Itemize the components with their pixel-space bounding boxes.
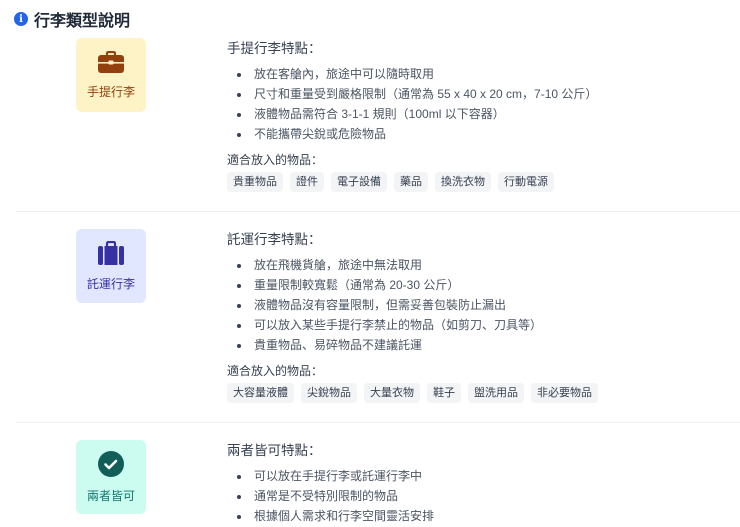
list-item: 貴重物品、易碎物品不建議託運 — [227, 335, 598, 355]
carry-on-label: 手提行李 — [86, 84, 135, 99]
checked-label: 託運行李 — [86, 276, 135, 291]
list-item: 通常是不受特別限制的物品 — [227, 486, 434, 506]
both-label: 兩者皆可 — [86, 488, 135, 503]
item-tag: 換洗衣物 — [435, 172, 491, 192]
item-tag: 大容量液體 — [227, 383, 294, 403]
page-title: 行李類型說明 — [34, 13, 131, 30]
item-tag: 電子設備 — [331, 172, 387, 192]
list-item: 可以放入某些手提行李禁止的物品（如剪刀、刀具等） — [227, 315, 598, 335]
both-title: 兩者皆可特點： — [227, 443, 322, 458]
list-item: 可以放在手提行李或託運行李中 — [227, 466, 434, 486]
list-item: 液體物品沒有容量限制，但需妥善包裝防止漏出 — [227, 295, 598, 315]
item-tag: 貴重物品 — [227, 172, 283, 192]
both-badge: 兩者皆可 — [76, 440, 146, 514]
list-item: 根據個人需求和行李空間靈活安排 — [227, 506, 434, 526]
divider — [16, 422, 740, 423]
list-item: 重量限制較寬鬆（通常為 20-30 公斤） — [227, 275, 598, 295]
list-item: 放在飛機貨艙，旅途中無法取用 — [227, 255, 598, 275]
suitable-items-label: 適合放入的物品： — [227, 153, 324, 167]
divider — [16, 211, 740, 212]
item-tag: 鞋子 — [427, 383, 461, 403]
list-item: 尺寸和重量受到嚴格限制（通常為 55 x 40 x 20 cm，7-10 公斤） — [227, 84, 597, 104]
item-tag: 證件 — [290, 172, 324, 192]
briefcase-icon — [98, 50, 124, 73]
carry-on-title: 手提行李特點： — [227, 41, 322, 56]
section-header: i 行李類型說明 — [14, 7, 130, 31]
suitable-items-label: 適合放入的物品： — [227, 364, 324, 378]
item-tag: 尖銳物品 — [301, 383, 357, 403]
carry-on-badge: 手提行李 — [76, 38, 146, 112]
item-tag: 非必要物品 — [531, 383, 598, 403]
item-tag: 藥品 — [394, 172, 428, 192]
item-tag: 盥洗用品 — [468, 383, 524, 403]
list-item: 放在客艙內，旅途中可以隨時取用 — [227, 64, 597, 84]
list-item: 液體物品需符合 3-1-1 規則（100ml 以下容器） — [227, 104, 597, 124]
item-tag: 大量衣物 — [364, 383, 420, 403]
checked-badge: 託運行李 — [76, 229, 146, 303]
info-icon: i — [14, 12, 28, 26]
suitcase-icon — [98, 240, 124, 265]
checked-title: 託運行李特點： — [227, 232, 322, 247]
item-tag: 行動電源 — [498, 172, 554, 192]
check-circle-icon — [98, 450, 124, 477]
list-item: 不能攜帶尖銳或危險物品 — [227, 124, 597, 144]
